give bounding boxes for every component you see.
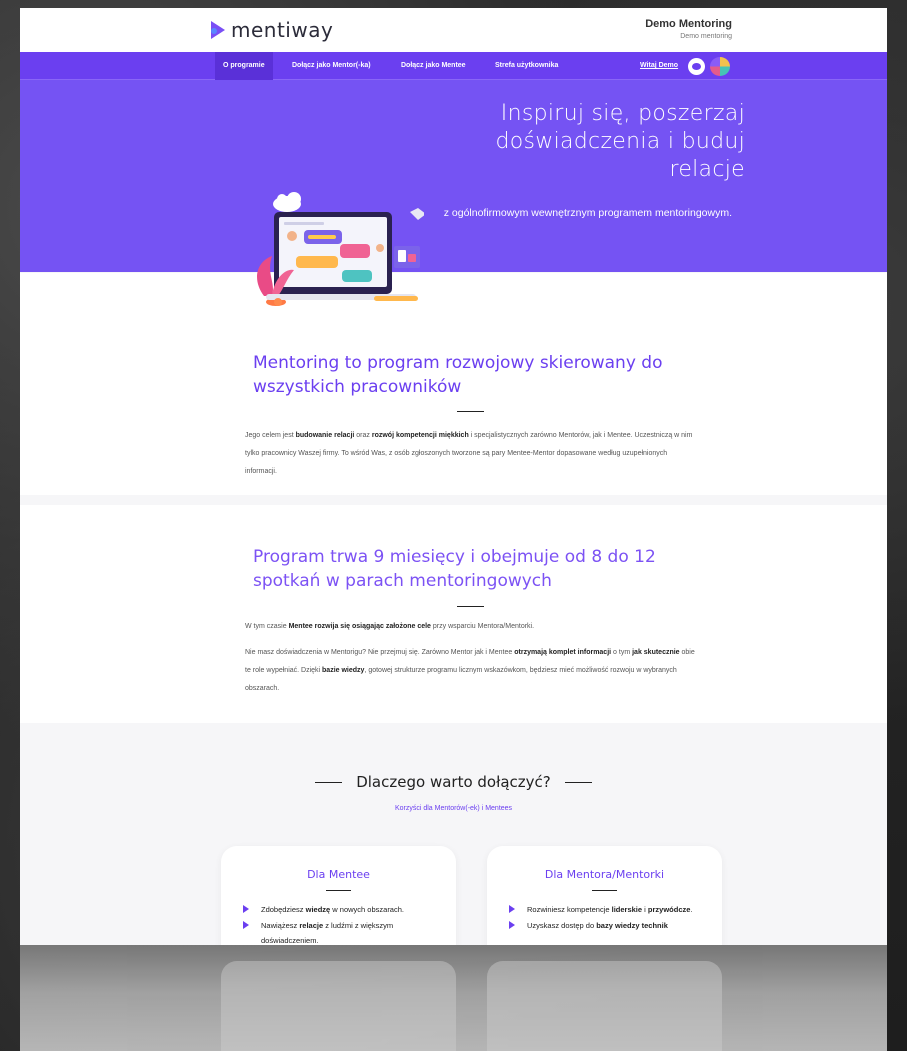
card-mentor: Dla Mentora/Mentorki Rozwiniesz kompeten… [487,846,722,945]
benefits-subheading: Korzyści dla Mentorów(-ek) i Mentees [394,805,513,812]
section-duration-heading: Program trwa 9 miesięcy i obejmuje od 8 … [253,547,656,591]
card-mentee-title: Dla Mentee [307,868,370,881]
section-duration-text-1: W tym czasie Mentee rozwija się osiągają… [245,623,535,630]
section-divider [457,411,484,412]
nav-item-mentor[interactable]: Dołącz jako Mentor(-ka) [284,52,379,80]
nav-item-mentee[interactable]: Dołącz jako Mentee [393,52,474,80]
hero-banner: Inspiruj się, poszerzaj doświadczenia i … [20,80,887,272]
logo[interactable]: mentiway [211,18,333,42]
tenant-info: Demo Mentoring Demo mentoring [645,18,732,40]
main-nav: O programie Dołącz jako Mentor(-ka) Dołą… [20,52,887,80]
tenant-subtitle: Demo mentoring [680,33,732,40]
browser-page: mentiway Demo Mentoring Demo mentoring O… [20,8,887,945]
chevron-right-icon [509,905,515,913]
chat-icon[interactable] [688,58,705,75]
laptop-chat-illustration [257,192,424,306]
section-benefits: Dlaczego warto dołączyć? Korzyści dla Me… [20,733,887,945]
hero-title: Inspiruj się, poszerzaj doświadczenia i … [495,101,745,182]
user-greeting-link[interactable]: Witaj Demo [640,52,678,80]
section-divider [457,606,484,607]
benefits-heading: Dlaczego warto dołączyć? [356,773,551,791]
tenant-name: Demo Mentoring [645,18,732,30]
heading-line-left [315,781,343,783]
nav-item-user-zone[interactable]: Strefa użytkownika [487,52,566,80]
section-about: Mentoring to program rozwojowy skierowan… [20,273,887,495]
card-divider [326,890,351,891]
card-mentee: Dla Mentee Zdobędziesz wiedzę w nowych o… [221,846,456,945]
section-duration-text-2: Nie masz doświadczenia w Mentorigu? Nie … [245,649,695,692]
chevron-right-icon [243,921,249,929]
chevron-right-icon [243,905,249,913]
list-item: Nawiążesz relacje z ludźmi z większym do… [241,918,446,945]
logo-mark-icon [211,21,225,39]
card-mentee-list: Zdobędziesz wiedzę w nowych obszarach. N… [241,902,446,945]
page-reflection [20,945,887,1051]
avatar-icon[interactable] [710,57,730,76]
list-item: Zdobędziesz wiedzę w nowych obszarach. [241,902,446,917]
list-item: Uzyskasz dostęp do bazy wiedzy technik [507,918,712,933]
list-item: Rozwiniesz kompetencje liderskie i przyw… [507,902,712,917]
card-mentor-list: Rozwiniesz kompetencje liderskie i przyw… [507,902,712,934]
section-duration: Program trwa 9 miesięcy i obejmuje od 8 … [20,505,887,723]
logo-text: mentiway [231,18,334,42]
card-mentor-title: Dla Mentora/Mentorki [544,868,665,881]
chevron-right-icon [509,921,515,929]
top-bar: mentiway Demo Mentoring Demo mentoring [20,8,887,52]
hero-subtitle: z ogólnofirmowym wewnętrznym programem m… [443,207,732,219]
benefits-heading-row: Dlaczego warto dołączyć? [20,773,887,791]
section-about-heading: Mentoring to program rozwojowy skierowan… [253,353,663,397]
nav-item-o-programie[interactable]: O programie [215,52,273,80]
card-divider [592,890,617,891]
section-about-text: Jego celem jest budowanie relacji oraz r… [245,432,693,475]
heading-line-right [564,781,592,783]
